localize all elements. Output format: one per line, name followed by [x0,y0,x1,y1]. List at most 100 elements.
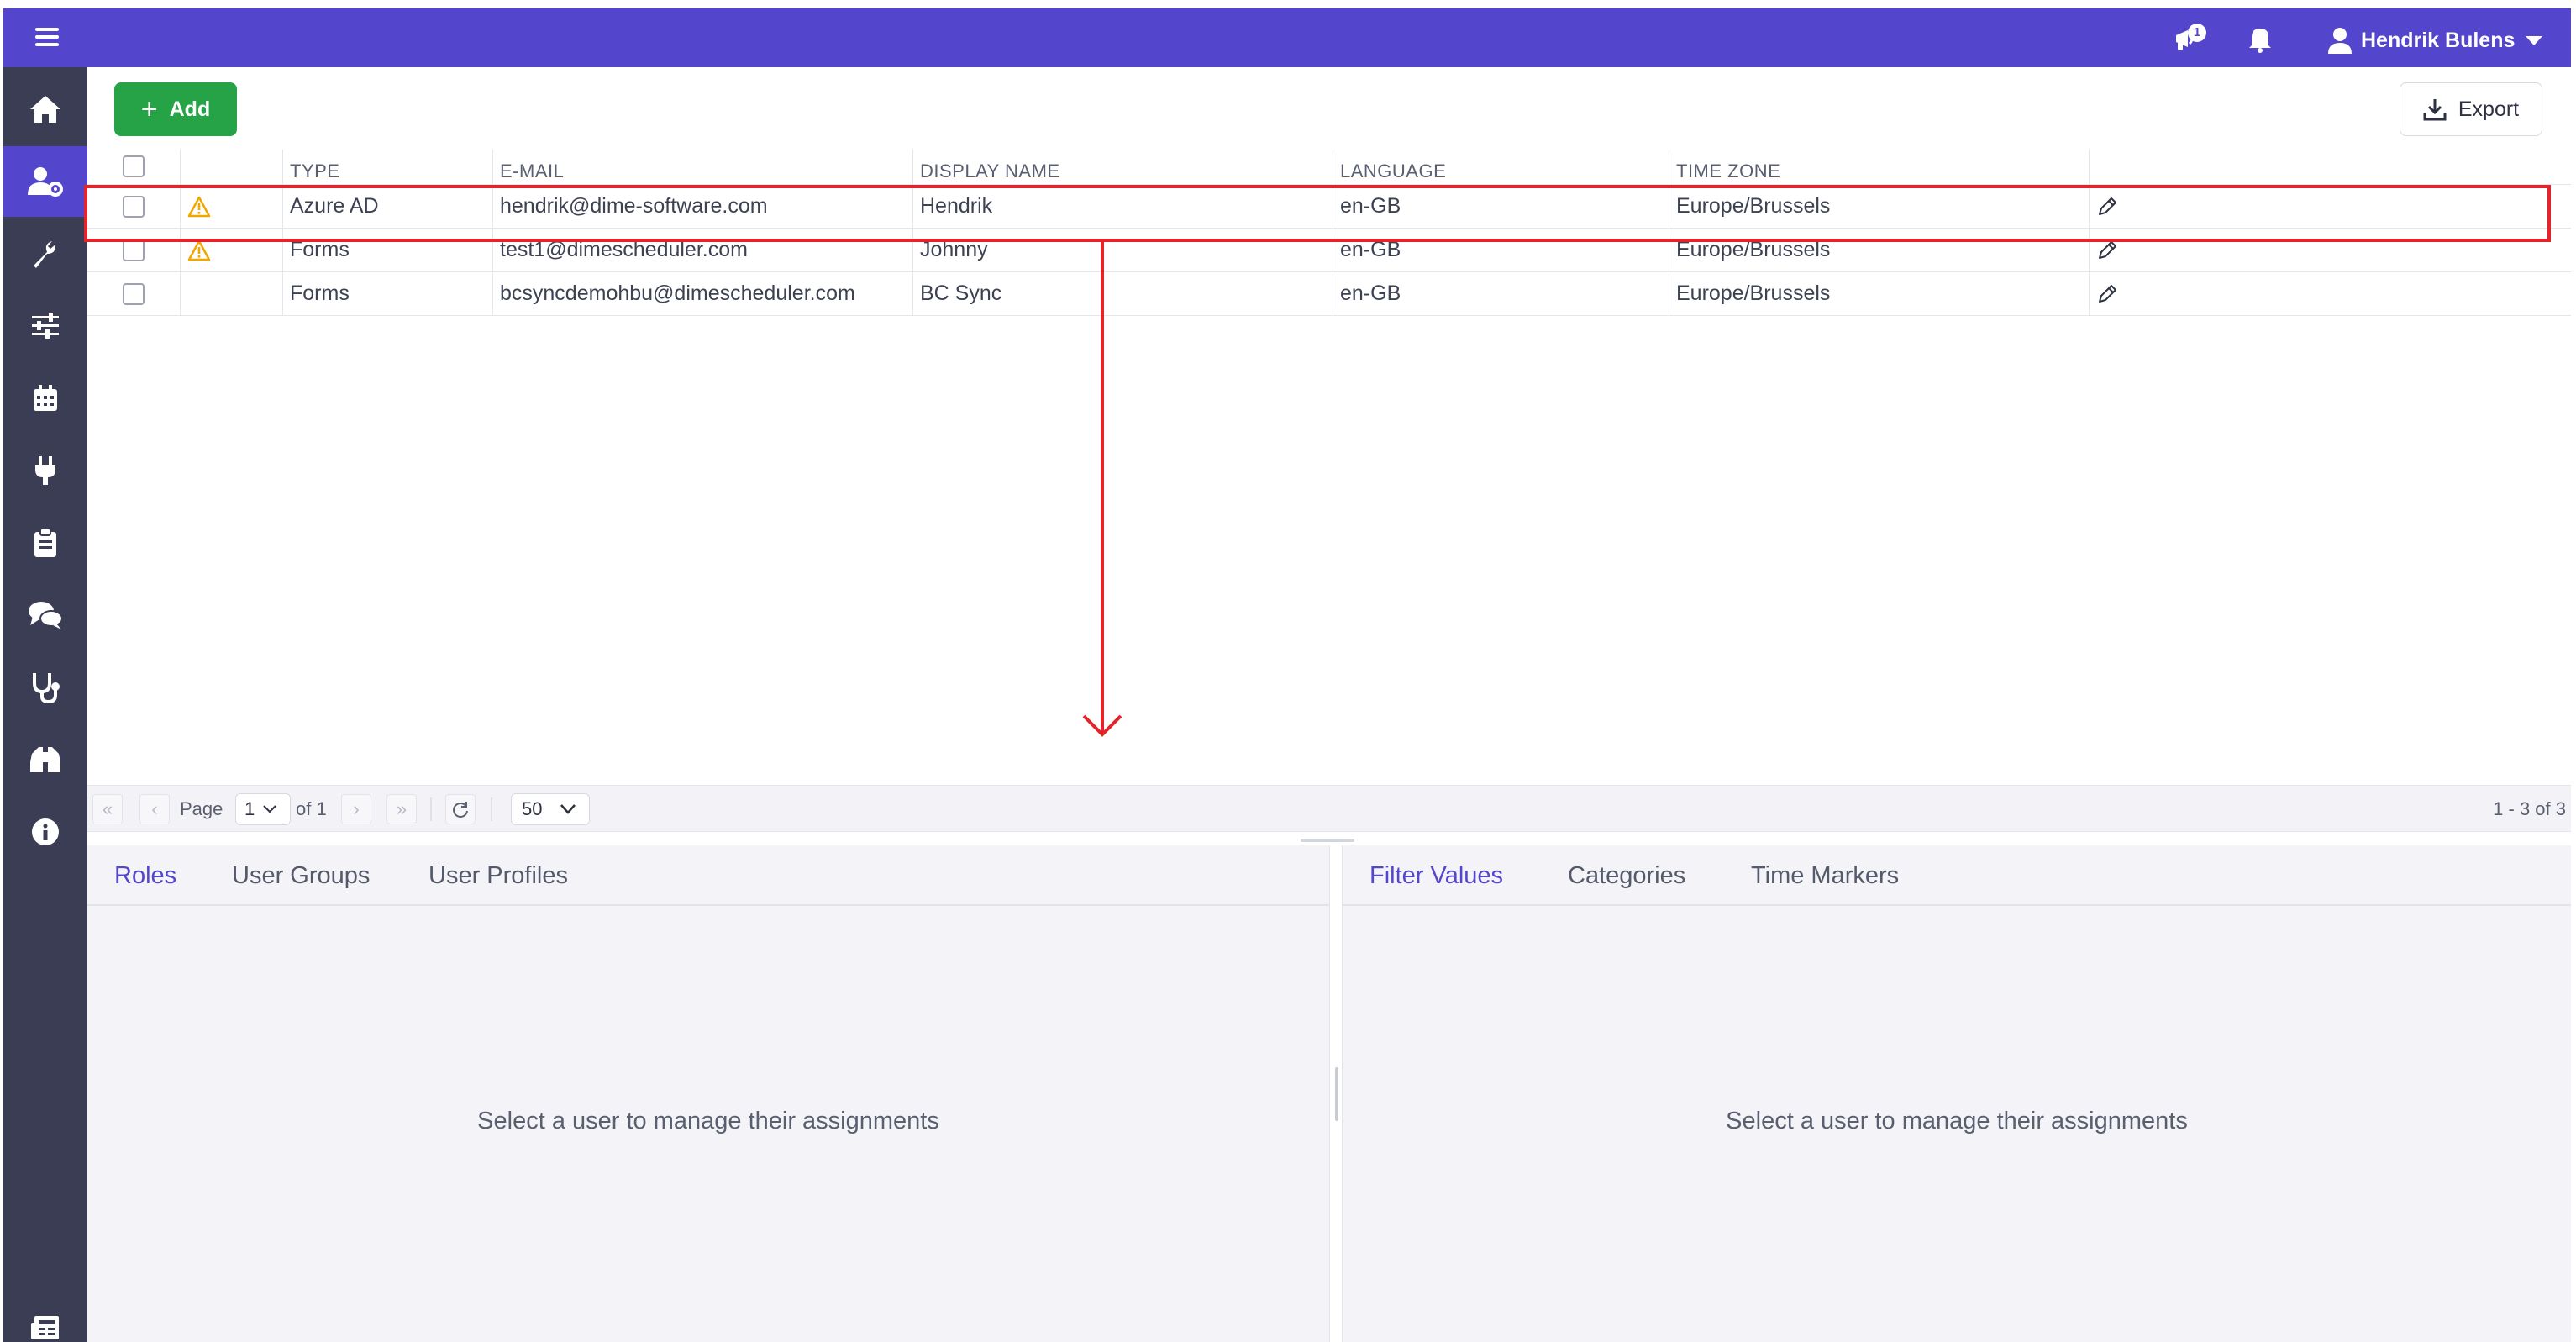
actions-column-header [2089,150,2571,184]
edit-cell [2089,185,2571,228]
binoculars-icon[interactable] [3,724,87,795]
page-label: Page [180,798,223,819]
add-button-label: Add [169,97,211,121]
last-page-icon[interactable]: » [386,794,417,824]
sidebar [3,67,87,1342]
splitter-grip [1335,1067,1338,1121]
chat-icon[interactable] [3,580,87,650]
user-settings-icon[interactable] [3,146,87,217]
wrench-icon[interactable] [3,218,87,289]
table-row[interactable]: Forms bcsyncdemohbu@dimescheduler.com BC… [87,272,2571,316]
cell-email: hendrik@dime-software.com [492,185,912,228]
table-row[interactable]: Forms test1@dimescheduler.com Johnny en-… [87,229,2571,272]
cell-type: Forms [282,272,492,315]
row-select-cell [87,272,180,315]
column-header-email[interactable]: E-MAIL [492,150,912,184]
download-icon [2423,99,2447,121]
warning-icon [187,239,211,261]
sliders-icon[interactable] [3,291,87,361]
pager-separator [491,797,492,821]
page-total-label: of 1 [296,798,327,819]
prev-page-icon[interactable]: ‹ [139,794,170,824]
newspaper-icon[interactable] [3,1292,87,1342]
menu-icon[interactable] [35,28,59,48]
column-header-display-name[interactable]: DISPLAY NAME [912,150,1333,184]
notification-badge: 1 [2188,24,2206,42]
users-grid: TYPE E-MAIL DISPLAY NAME LANGUAGE TIME Z… [87,150,2571,316]
first-page-icon[interactable]: « [92,794,123,824]
tab-time-markers[interactable]: Time Markers [1751,862,1899,890]
edit-cell [2089,229,2571,271]
plus-icon: + [140,93,158,125]
empty-state-message: Select a user to manage their assignment… [1726,1108,2188,1134]
warning-column-header [180,150,282,184]
chevron-down-icon [560,804,576,814]
clipboard-icon[interactable] [3,508,87,578]
warning-cell [180,272,282,315]
home-icon[interactable] [3,74,87,145]
cell-display-name: Hendrik [912,185,1333,228]
cell-type: Azure AD [282,185,492,228]
info-icon[interactable] [3,797,87,867]
horizontal-splitter-handle[interactable] [1301,839,1354,842]
row-checkbox[interactable] [123,239,145,261]
vertical-splitter[interactable] [1329,845,1343,1342]
page-number-select[interactable]: 1 [235,793,291,825]
refresh-icon[interactable] [445,794,476,824]
pager-separator [430,797,432,821]
tab-user-groups[interactable]: User Groups [232,862,370,890]
cell-email: test1@dimescheduler.com [492,229,912,271]
column-header-type[interactable]: TYPE [282,150,492,184]
tab-categories[interactable]: Categories [1568,862,1685,890]
row-checkbox[interactable] [123,195,145,218]
column-header-time-zone[interactable]: TIME ZONE [1669,150,2089,184]
tab-user-profiles[interactable]: User Profiles [428,862,568,890]
page-number-value: 1 [244,798,255,819]
row-select-cell [87,229,180,271]
warning-cell [180,185,282,228]
cell-language: en-GB [1333,185,1669,228]
tab-roles[interactable]: Roles [114,862,176,890]
next-page-icon[interactable]: › [341,794,371,824]
add-button[interactable]: + Add [114,82,237,136]
cell-time-zone: Europe/Brussels [1669,272,2089,315]
left-tab-bar: Roles User Groups User Profiles [87,845,1329,906]
cell-type: Forms [282,229,492,271]
pencil-icon[interactable] [2096,283,2118,305]
cell-time-zone: Europe/Brussels [1669,229,2089,271]
page-size-value: 50 [522,798,543,819]
user-name: Hendrik Bulens [2361,28,2516,52]
assignments-panel-left: Roles User Groups User Profiles Select a… [87,845,1329,1342]
select-all-cell [87,150,180,184]
page-size-select[interactable]: 50 [511,793,590,825]
empty-state-message: Select a user to manage their assignment… [477,1108,939,1134]
export-button[interactable]: Export [2400,82,2542,136]
cell-language: en-GB [1333,272,1669,315]
stethoscope-icon[interactable] [3,652,87,723]
caret-down-icon [2526,36,2543,45]
pencil-icon[interactable] [2096,239,2118,261]
right-tab-bar: Filter Values Categories Time Markers [1343,845,2571,906]
row-select-cell [87,185,180,228]
table-row[interactable]: Azure AD hendrik@dime-software.com Hendr… [87,185,2571,229]
user-icon [2328,28,2352,54]
announcement-icon[interactable]: 1 [2171,22,2208,55]
export-button-label: Export [2458,97,2520,121]
assignments-panel-right: Filter Values Categories Time Markers Se… [1343,845,2571,1342]
cell-time-zone: Europe/Brussels [1669,185,2089,228]
row-checkbox[interactable] [123,282,145,305]
bell-icon[interactable] [2243,22,2280,55]
cell-language: en-GB [1333,229,1669,271]
record-summary: 1 - 3 of 3 [2493,798,2566,819]
select-all-checkbox[interactable] [123,155,145,177]
tab-filter-values[interactable]: Filter Values [1369,862,1503,890]
pager: « ‹ Page 1 of 1 › » 50 1 - 3 of 3 [87,785,2571,832]
plug-icon[interactable] [3,435,87,506]
pencil-icon[interactable] [2096,196,2118,218]
column-header-language[interactable]: LANGUAGE [1333,150,1669,184]
calendar-icon[interactable] [3,363,87,434]
cell-display-name: Johnny [912,229,1333,271]
user-menu[interactable]: Hendrik Bulens [2327,25,2543,55]
warning-icon [187,196,211,217]
chevron-down-icon [263,805,276,813]
